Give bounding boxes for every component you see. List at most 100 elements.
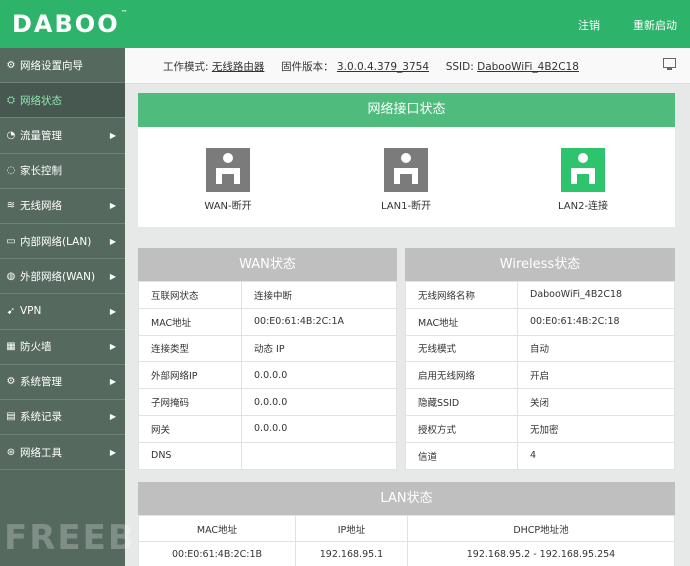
chevron-right-icon: ▶ [109, 306, 116, 316]
device-info: 工作模式: 无线路由器 固件版本： 3.0.0.4.379_3754 SSID:… [163, 59, 579, 74]
table-row: MAC地址 00:E0:61:4B:2C:18 [405, 307, 675, 336]
sidebar-item-firewall[interactable]: ▦ 防火墙 ▶ [0, 330, 125, 365]
lan-status-title: LAN状态 [138, 482, 675, 515]
chevron-right-icon: ▶ [109, 236, 116, 246]
sidebar-item-setup-wizard[interactable]: ⚙ 网络设置向导 [0, 48, 125, 84]
header-bar: DABOO ™ 注销 重新启动 [0, 0, 690, 48]
table-row: 子网掩码 0.0.0.0 [138, 388, 397, 416]
logout-link[interactable]: 注销 [578, 17, 600, 33]
traffic-icon: ◔ [6, 129, 16, 141]
table-row: 信道 4 [405, 441, 675, 470]
wireless-status-title: Wireless状态 [405, 248, 675, 281]
sidebar-item-system[interactable]: ⚙ 系统管理 ▶ [0, 365, 125, 400]
system-icon: ⚙ [6, 376, 16, 388]
sidebar-item-wireless[interactable]: ≋ 无线网络 ▶ [0, 189, 125, 224]
log-icon: ▤ [6, 411, 16, 423]
ethernet-port-icon [384, 148, 428, 192]
table-row: 外部网络IP 0.0.0.0 [138, 361, 397, 390]
lan-status-panel: LAN状态 MAC地址 IP地址 DHCP地址池 00:E0:61:4B:2C:… [138, 482, 675, 566]
column-header: MAC地址 [138, 515, 296, 542]
table-cell: 192.168.95.1 [295, 541, 408, 566]
sidebar-item-tools[interactable]: ⊛ 网络工具 ▶ [0, 435, 125, 471]
table-row: DNS [138, 441, 397, 470]
sidebar-item-label: 无线网络 [20, 200, 62, 213]
port-label: LAN2-连接 [557, 201, 609, 212]
tools-icon: ⊛ [6, 446, 16, 458]
gear-icon: ⚙ [6, 59, 16, 71]
logo-text: DABOO [12, 10, 120, 38]
table-row: 授权方式 无加密 [405, 414, 675, 443]
table-row: 连接类型 动态 IP [138, 334, 397, 363]
chevron-right-icon: ▶ [109, 271, 116, 281]
monitor-icon[interactable] [663, 58, 676, 70]
sidebar-item-label: 系统管理 [20, 376, 62, 389]
daboo-logo: DABOO ™ [12, 9, 128, 39]
sidebar-item-label: 防火墙 [20, 341, 52, 354]
lan2-port: LAN2-连接 [543, 148, 623, 212]
table-row: 互联网状态 连接中断 [138, 281, 397, 309]
chevron-right-icon: ▶ [109, 447, 116, 457]
status-info-bar: 工作模式: 无线路由器 固件版本： 3.0.0.4.379_3754 SSID:… [125, 48, 690, 84]
column-header: IP地址 [295, 515, 408, 542]
network-status-icon: ⛭ [7, 94, 15, 106]
firewall-icon: ▦ [6, 341, 16, 353]
chevron-right-icon: ▶ [109, 201, 116, 211]
port-label: LAN1-断开 [380, 201, 432, 212]
sidebar-item-label: 系统记录 [20, 411, 62, 424]
ssid-link[interactable]: DabooWiFi_4B2C18 [477, 61, 579, 73]
mode-link[interactable]: 无线路由器 [212, 61, 265, 73]
chevron-right-icon: ▶ [109, 412, 116, 422]
table-row: MAC地址 00:E0:61:4B:2C:1A [138, 307, 397, 336]
vpn-icon: ➹ [6, 305, 16, 317]
sidebar-item-traffic[interactable]: ◔ 流量管理 ▶ [0, 118, 125, 154]
sidebar-item-label: 流量管理 [20, 129, 62, 142]
sidebar-item-label: 家长控制 [20, 165, 62, 178]
bell-icon: ◌ [6, 165, 16, 177]
table-row: 00:E0:61:4B:2C:1B 192.168.95.1 192.168.9… [138, 541, 675, 566]
table-cell: 192.168.95.2 - 192.168.95.254 [407, 541, 675, 566]
wifi-icon: ≋ [6, 200, 16, 212]
wan-status-panel: WAN状态 互联网状态 连接中断 MAC地址 00:E0:61:4B:2C:1A 连… [138, 248, 397, 470]
sidebar-item-network-status[interactable]: ⛭ 网络状态 [0, 83, 125, 119]
firmware-link[interactable]: 3.0.0.4.379_3754 [337, 61, 429, 73]
sidebar-item-label: 网络状态 [20, 94, 62, 107]
chevron-right-icon: ▶ [109, 377, 116, 387]
table-cell: 00:E0:61:4B:2C:1B [138, 541, 296, 566]
interface-status-title: 网络接口状态 [138, 93, 675, 127]
table-row: 隐藏SSID 关闭 [405, 388, 675, 416]
sidebar-item-label: 网络工具 [20, 446, 62, 459]
wan-port: WAN-断开 [188, 148, 268, 212]
sidebar-item-log[interactable]: ▤ 系统记录 ▶ [0, 400, 125, 436]
sidebar-item-lan[interactable]: ▭ 内部网络(LAN) ▶ [0, 224, 125, 260]
firmware-label: 固件版本： [281, 61, 334, 73]
globe-icon: ◍ [6, 270, 16, 282]
interface-status-panel: 网络接口状态 WAN-断开 LAN1-断开 LAN2-连接 [138, 93, 675, 227]
sidebar-item-label: 外部网络(WAN) [20, 270, 96, 283]
table-row: 网关 0.0.0.0 [138, 414, 397, 443]
mode-label: 工作模式: [163, 61, 209, 73]
ethernet-port-icon [561, 148, 605, 192]
table-row: 无线模式 自动 [405, 334, 675, 363]
table-header-row: MAC地址 IP地址 DHCP地址池 [138, 515, 675, 542]
ethernet-port-icon [206, 148, 250, 192]
lan-status-table: MAC地址 IP地址 DHCP地址池 00:E0:61:4B:2C:1B 192… [138, 515, 675, 566]
sidebar-item-label: 网络设置向导 [20, 59, 83, 72]
ssid-label: SSID: [445, 61, 474, 73]
table-row: 启用无线网络 开启 [405, 361, 675, 390]
sidebar-item-parental[interactable]: ◌ 家长控制 [0, 154, 125, 189]
sidebar-item-label: VPN [20, 305, 42, 318]
sidebar-item-vpn[interactable]: ➹ VPN ▶ [0, 294, 125, 330]
lan-icon: ▭ [6, 235, 16, 247]
wireless-status-panel: Wireless状态 无线网络名称 DabooWiFi_4B2C18 MAC地址 0… [405, 248, 675, 470]
sidebar-nav: ⚙ 网络设置向导 ⛭ 网络状态 ◔ 流量管理 ▶ ◌ 家长控制 ≋ 无线网络 ▶… [0, 48, 125, 566]
column-header: DHCP地址池 [407, 515, 675, 542]
logo-trademark: ™ [120, 9, 128, 17]
wan-status-title: WAN状态 [138, 248, 397, 281]
sidebar-item-wan[interactable]: ◍ 外部网络(WAN) ▶ [0, 259, 125, 295]
reboot-link[interactable]: 重新启动 [633, 17, 677, 33]
sidebar-item-label: 内部网络(LAN) [20, 235, 92, 248]
lan1-port: LAN1-断开 [366, 148, 446, 212]
chevron-right-icon: ▶ [109, 130, 116, 140]
port-label: WAN-断开 [204, 201, 252, 212]
chevron-right-icon: ▶ [109, 342, 116, 352]
